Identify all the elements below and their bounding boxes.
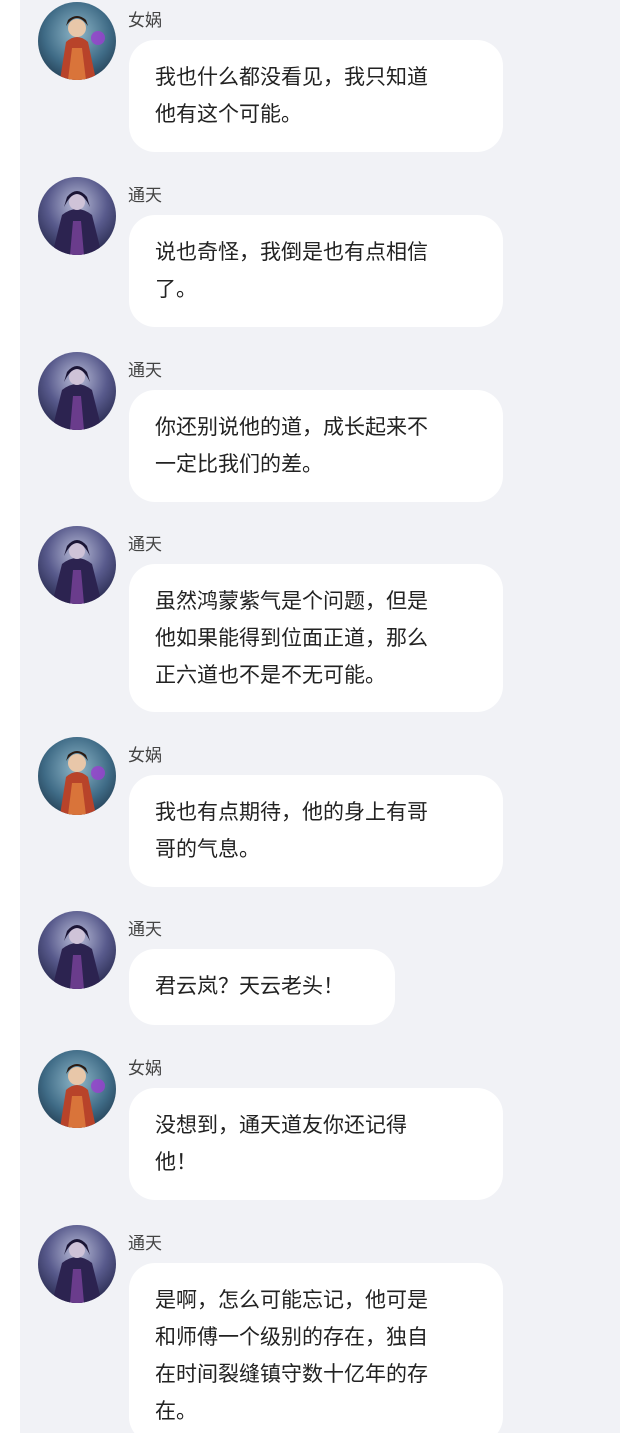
nuwa-avatar[interactable] [38, 737, 116, 815]
nuwa-avatar[interactable] [38, 1050, 116, 1128]
sender-name: 通天 [128, 361, 162, 381]
tongtian-avatar[interactable] [38, 352, 116, 430]
sender-name: 通天 [128, 535, 162, 555]
sender-name: 女娲 [128, 1059, 162, 1079]
message-bubble: 我也什么都没看见，我只知道 他有这个可能。 [129, 40, 503, 152]
message-bubble: 是啊，怎么可能忘记，他可是 和师傅一个级别的存在，独自 在时间裂缝镇守数十亿年的… [129, 1263, 503, 1443]
message-bubble: 君云岚？天云老头！ [129, 949, 395, 1025]
message-bubble: 说也奇怪，我倒是也有点相信 了。 [129, 215, 503, 327]
message-bubble: 没想到，通天道友你还记得 他！ [129, 1088, 503, 1200]
message-bubble: 我也有点期待，他的身上有哥 哥的气息。 [129, 775, 503, 887]
tongtian-avatar[interactable] [38, 526, 116, 604]
chat-page: 女娲 我也什么都没看见，我只知道 他有这个可能。 通天 说也奇怪，我倒是也有点相… [20, 0, 620, 1443]
sender-name: 女娲 [128, 11, 162, 31]
message-bubble: 你还别说他的道，成长起来不 一定比我们的差。 [129, 390, 503, 502]
sender-name: 女娲 [128, 746, 162, 766]
nuwa-avatar[interactable] [38, 2, 116, 80]
tongtian-avatar[interactable] [38, 1225, 116, 1303]
sender-name: 通天 [128, 186, 162, 206]
tongtian-avatar[interactable] [38, 177, 116, 255]
sender-name: 通天 [128, 920, 162, 940]
message-bubble: 虽然鸿蒙紫气是个问题，但是 他如果能得到位面正道，那么 正六道也不是不无可能。 [129, 564, 503, 712]
sender-name: 通天 [128, 1234, 162, 1254]
tongtian-avatar[interactable] [38, 911, 116, 989]
